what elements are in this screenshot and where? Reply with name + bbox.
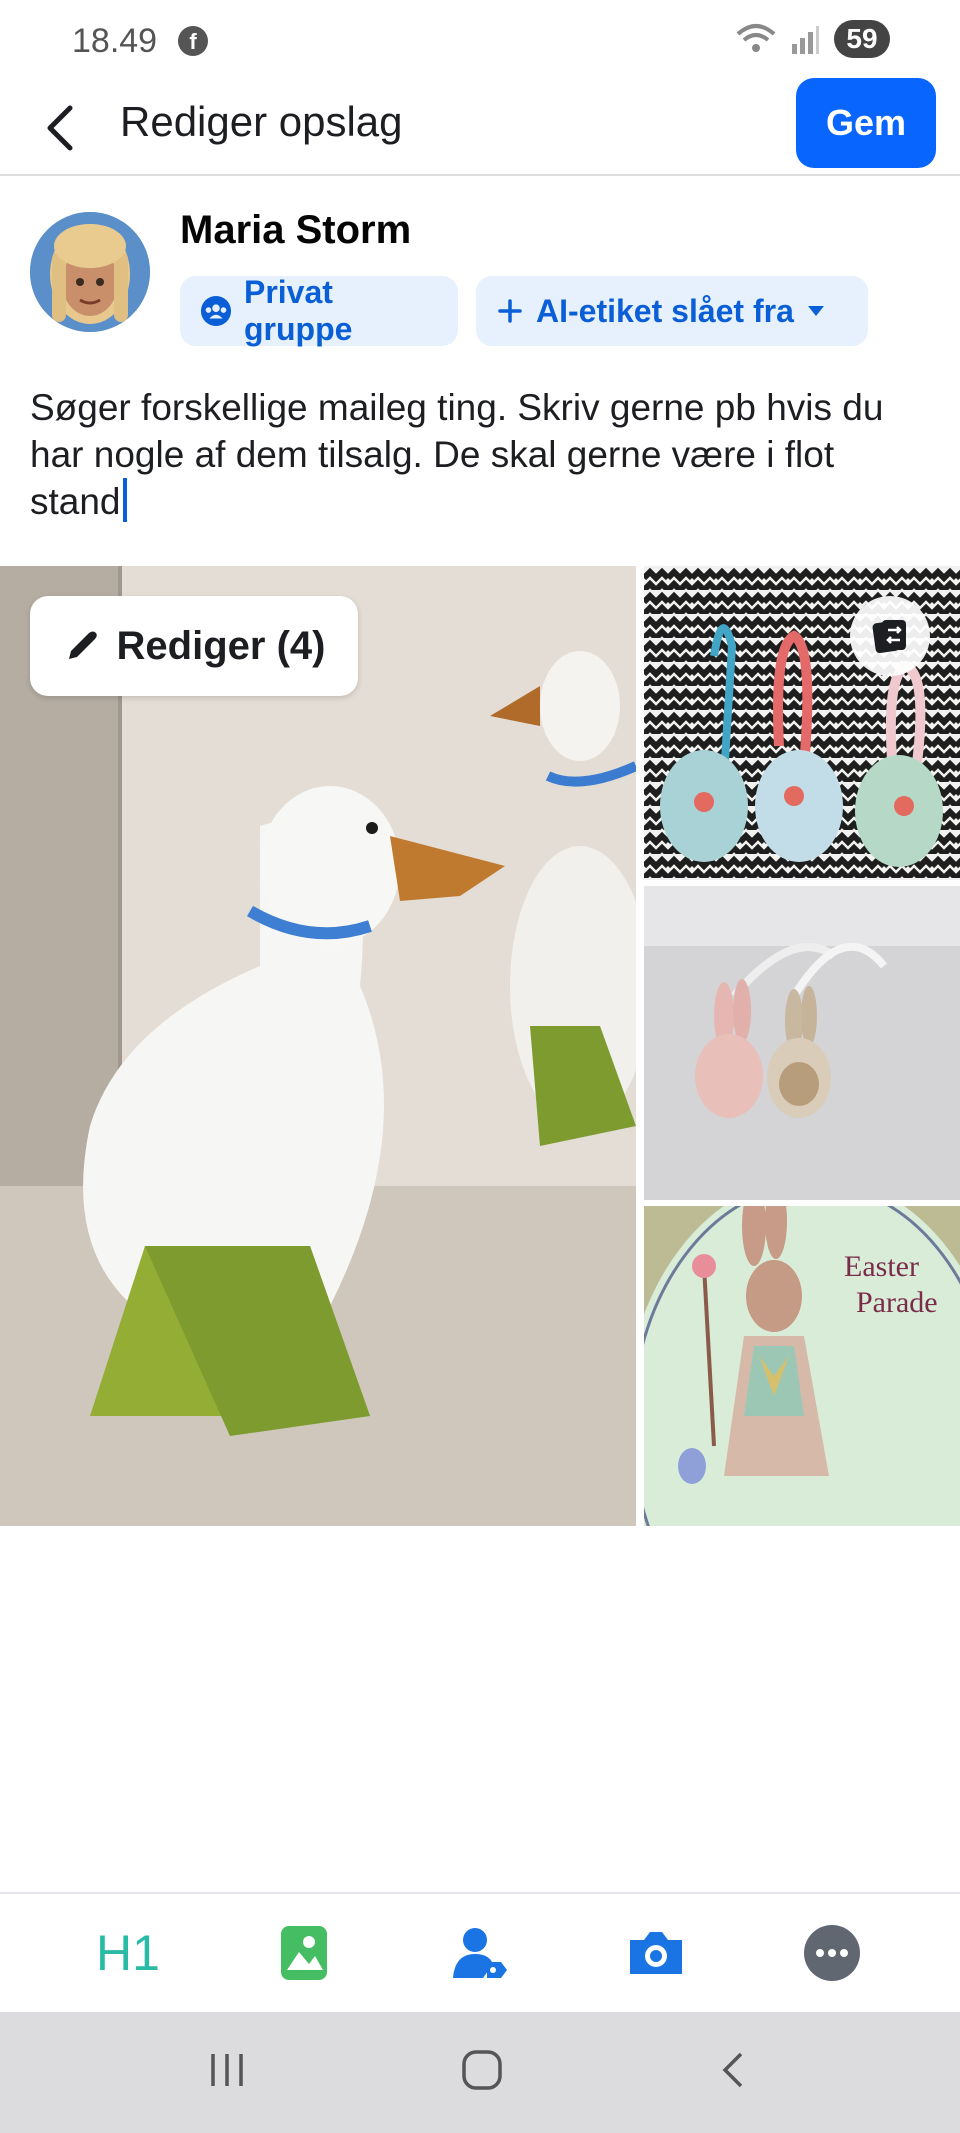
easter-text-2: Parade — [856, 1286, 938, 1319]
system-navigation-bar — [0, 2012, 960, 2133]
more-options-button[interactable] — [792, 1913, 872, 1993]
recent-apps-button[interactable] — [205, 2050, 249, 2095]
system-back-button[interactable] — [715, 2048, 755, 2097]
status-icons: 59 — [736, 20, 890, 58]
group-icon — [200, 295, 232, 327]
reorder-photos-button[interactable] — [850, 596, 930, 676]
tag-person-icon — [453, 1928, 507, 1978]
add-photo-button[interactable] — [264, 1913, 344, 1993]
back-button[interactable] — [38, 96, 82, 160]
caret-down-icon — [807, 306, 824, 316]
facebook-notification-icon: f — [178, 26, 208, 56]
signal-icon — [792, 26, 819, 54]
easter-parade-photo-image: Easter Parade — [644, 1206, 960, 1526]
avatar[interactable] — [30, 212, 150, 332]
composer-toolbar: H1 — [0, 1892, 960, 2012]
wifi-icon — [736, 24, 776, 52]
easter-text-1: Easter — [844, 1250, 919, 1283]
plus-icon — [498, 299, 522, 323]
heading-button[interactable]: H1 — [88, 1913, 168, 1993]
header: Rediger opslag Gem — [0, 78, 960, 176]
post-text: Søger forskellige maileg ting. Skriv ger… — [30, 387, 884, 522]
privacy-label: Privat gruppe — [243, 274, 353, 347]
home-button[interactable] — [460, 2048, 504, 2097]
ai-label-button[interactable]: AI-etiket slået fra — [476, 276, 868, 346]
page-title: Rediger opslag — [120, 98, 403, 145]
tag-people-button[interactable] — [440, 1913, 520, 1993]
goose-photo-image — [0, 566, 636, 1526]
bunnies-photo-image — [644, 886, 960, 1200]
post-text-input[interactable]: Søger forskellige maileg ting. Skriv ger… — [30, 384, 930, 525]
status-bar: 18.49 f 59 — [0, 0, 960, 80]
battery-indicator: 59 — [834, 20, 890, 58]
photo-easter-parade-egg[interactable]: Easter Parade — [644, 1206, 960, 1526]
privacy-audience-button[interactable]: Privat gruppe — [180, 274, 458, 347]
back-arrow-icon — [47, 105, 73, 151]
more-dots-icon — [804, 1925, 860, 1981]
ai-label-text: AI-etiket slået fra — [536, 292, 794, 329]
swap-cards-icon — [872, 620, 906, 654]
recent-apps-icon — [211, 2054, 244, 2086]
pencil-icon — [68, 631, 97, 659]
camera-button[interactable] — [616, 1913, 696, 1993]
home-icon — [462, 2050, 502, 2090]
photo-goose[interactable] — [0, 566, 636, 1526]
save-button[interactable]: Gem — [796, 78, 936, 168]
text-caret — [122, 478, 127, 522]
status-time: 18.49 — [72, 22, 158, 60]
system-back-icon — [722, 2052, 742, 2088]
edit-photos-button[interactable]: Rediger (4) — [30, 596, 358, 696]
camera-icon — [630, 1932, 682, 1974]
photo-icon — [281, 1926, 327, 1980]
author-name: Maria Storm — [180, 208, 412, 252]
avatar-image — [30, 212, 150, 332]
photo-bunnies[interactable] — [644, 886, 960, 1200]
edit-photos-label: Rediger (4) — [116, 623, 326, 668]
